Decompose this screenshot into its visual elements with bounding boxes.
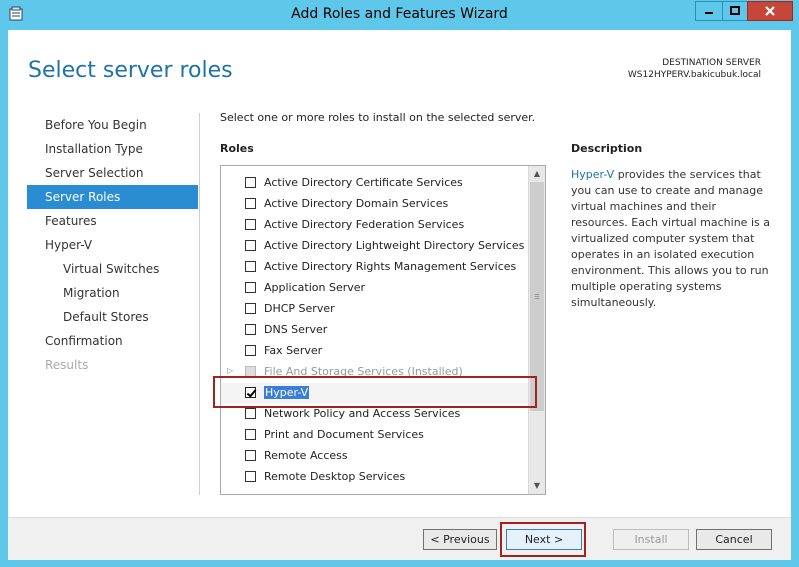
role-label: Print and Document Services bbox=[264, 428, 424, 441]
destination-server-name: WS12HYPERV.bakicubuk.local bbox=[627, 70, 761, 80]
nav-item-hyper-v[interactable]: Hyper-V bbox=[27, 233, 198, 257]
nav-item-features[interactable]: Features bbox=[27, 209, 198, 233]
list-item[interactable]: Active Directory Domain Services bbox=[221, 194, 530, 215]
destination-server-label: DESTINATION SERVER bbox=[662, 58, 761, 68]
nav-item-server-selection[interactable]: Server Selection bbox=[27, 161, 198, 185]
grip-icon: ─ ─ ─ bbox=[534, 291, 540, 303]
role-label: Active Directory Federation Services bbox=[264, 218, 465, 231]
role-label: Network Policy and Access Services bbox=[264, 407, 461, 420]
close-button[interactable] bbox=[747, 1, 793, 21]
role-checkbox[interactable] bbox=[245, 177, 256, 188]
minimize-icon bbox=[705, 12, 713, 14]
description-body: provides the services that you can use t… bbox=[571, 168, 770, 309]
role-label: Active Directory Domain Services bbox=[264, 197, 449, 210]
expand-arrow-icon[interactable]: ▷ bbox=[227, 366, 233, 375]
role-label: Remote Access bbox=[264, 449, 348, 462]
roles-header: Roles bbox=[220, 142, 254, 155]
description-text: Hyper-V provides the services that you c… bbox=[571, 167, 771, 311]
role-checkbox[interactable] bbox=[245, 303, 256, 314]
role-checkbox[interactable] bbox=[245, 408, 256, 419]
nav-divider bbox=[199, 113, 200, 495]
close-icon bbox=[765, 6, 775, 16]
role-label: Fax Server bbox=[264, 344, 323, 357]
role-label: DNS Server bbox=[264, 323, 328, 336]
scroll-down-icon[interactable]: ▼ bbox=[530, 479, 544, 493]
list-item[interactable]: Remote Desktop Services bbox=[221, 467, 530, 488]
role-checkbox[interactable] bbox=[245, 261, 256, 272]
window-title: Add Roles and Features Wizard bbox=[291, 6, 508, 22]
cancel-button[interactable]: Cancel bbox=[696, 529, 772, 550]
nav-item-confirmation[interactable]: Confirmation bbox=[27, 329, 198, 353]
nav-item-before-you-begin[interactable]: Before You Begin bbox=[27, 113, 198, 137]
role-checkbox[interactable] bbox=[245, 429, 256, 440]
role-checkbox[interactable] bbox=[245, 345, 256, 356]
nav-item-migration[interactable]: Migration bbox=[27, 281, 198, 305]
description-header: Description bbox=[571, 142, 643, 155]
role-checkbox[interactable] bbox=[245, 324, 256, 335]
minimize-button[interactable] bbox=[695, 1, 723, 21]
wizard-footer: < Previous Next > Install Cancel bbox=[8, 517, 791, 560]
install-button: Install bbox=[613, 529, 689, 550]
nav-item-default-stores[interactable]: Default Stores bbox=[27, 305, 198, 329]
nav-item-server-roles[interactable]: Server Roles bbox=[27, 185, 198, 209]
nav-item-installation-type[interactable]: Installation Type bbox=[27, 137, 198, 161]
list-item[interactable]: Active Directory Certificate Services bbox=[221, 173, 530, 194]
wizard-client-area: Select server roles DESTINATION SERVER W… bbox=[8, 30, 791, 560]
next-highlight-box bbox=[500, 522, 586, 557]
list-item[interactable]: Active Directory Rights Management Servi… bbox=[221, 257, 530, 278]
role-checkbox[interactable] bbox=[245, 450, 256, 461]
role-checkbox[interactable] bbox=[245, 282, 256, 293]
maximize-icon bbox=[730, 6, 740, 15]
nav-item-virtual-switches[interactable]: Virtual Switches bbox=[27, 257, 198, 281]
role-checkbox[interactable] bbox=[245, 198, 256, 209]
instruction-text: Select one or more roles to install on t… bbox=[220, 111, 536, 124]
page-title: Select server roles bbox=[28, 58, 233, 83]
list-item[interactable]: Application Server bbox=[221, 278, 530, 299]
role-checkbox[interactable] bbox=[245, 471, 256, 482]
role-checkbox[interactable] bbox=[245, 219, 256, 230]
list-item[interactable]: Fax Server bbox=[221, 341, 530, 362]
scroll-up-icon[interactable]: ▲ bbox=[530, 167, 544, 181]
role-label: Active Directory Certificate Services bbox=[264, 176, 463, 189]
role-label: Remote Desktop Services bbox=[264, 470, 406, 483]
previous-button[interactable]: < Previous bbox=[423, 529, 497, 550]
hyper-v-highlight-box bbox=[213, 376, 537, 408]
list-item[interactable]: DNS Server bbox=[221, 320, 530, 341]
list-item[interactable]: Remote Access bbox=[221, 446, 530, 467]
role-label: Active Directory Lightweight Directory S… bbox=[264, 239, 525, 252]
role-label: Application Server bbox=[264, 281, 366, 294]
wizard-nav: Before You Begin Installation Type Serve… bbox=[27, 113, 198, 377]
role-checkbox[interactable] bbox=[245, 240, 256, 251]
nav-item-results: Results bbox=[45, 358, 89, 372]
description-role-link[interactable]: Hyper-V bbox=[571, 168, 614, 181]
roles-list[interactable]: Active Directory Certificate Services Ac… bbox=[220, 165, 546, 495]
list-item[interactable]: DHCP Server bbox=[221, 299, 530, 320]
list-item[interactable]: Active Directory Lightweight Directory S… bbox=[221, 236, 530, 257]
role-label: Active Directory Rights Management Servi… bbox=[264, 260, 517, 273]
list-item[interactable]: Active Directory Federation Services bbox=[221, 215, 530, 236]
maximize-button[interactable] bbox=[722, 1, 748, 21]
roles-scrollbar[interactable]: ▲ ─ ─ ─ ▼ bbox=[528, 166, 545, 494]
role-label: DHCP Server bbox=[264, 302, 335, 315]
destination-server-info: DESTINATION SERVER WS12HYPERV.bakicubuk.… bbox=[628, 57, 761, 81]
list-item[interactable]: Print and Document Services bbox=[221, 425, 530, 446]
title-bar: Add Roles and Features Wizard bbox=[0, 0, 799, 30]
